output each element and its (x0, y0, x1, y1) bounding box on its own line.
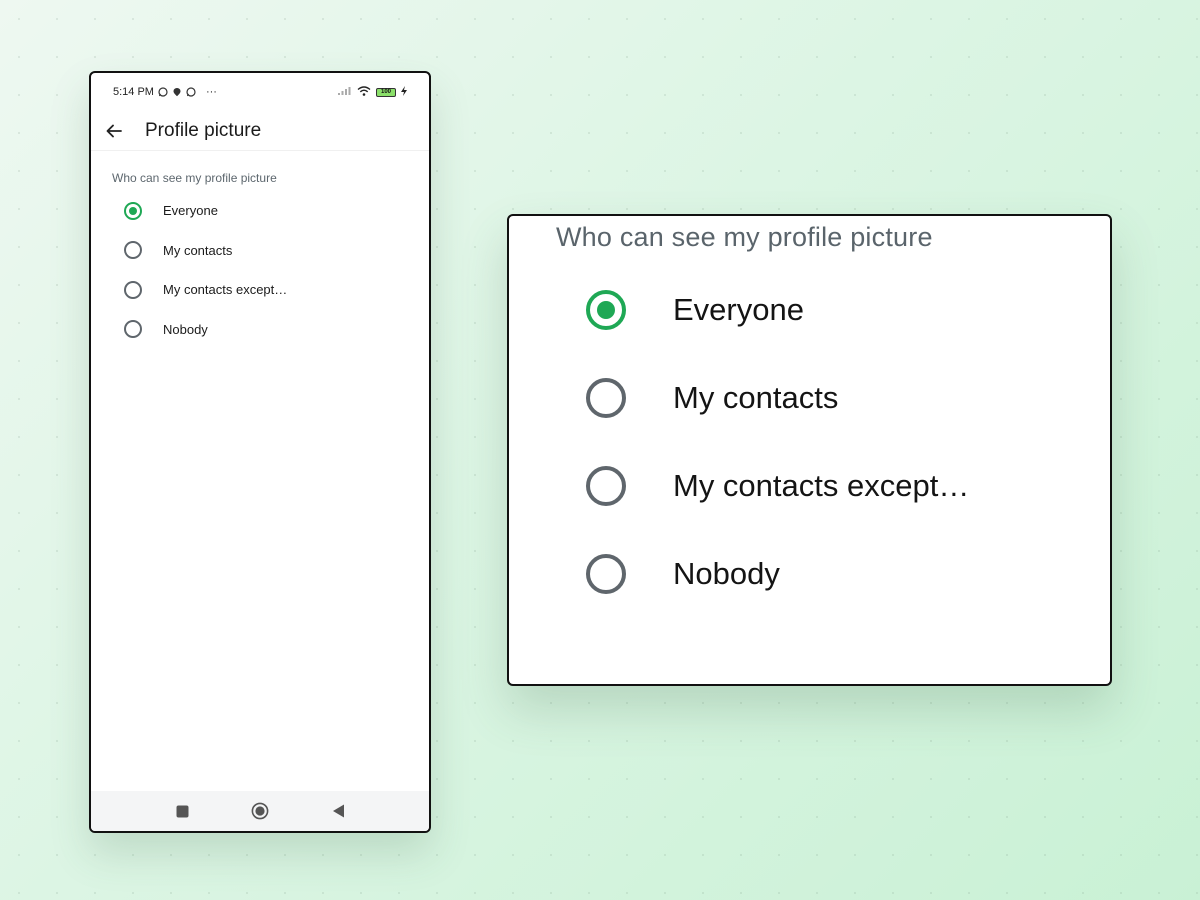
section-label: Who can see my profile picture (112, 171, 277, 185)
radio-checked-icon[interactable] (124, 201, 142, 220)
option-my-contacts-except[interactable]: My contacts except… (91, 270, 429, 310)
back-arrow-icon[interactable] (103, 120, 125, 142)
app-bar: Profile picture (91, 111, 429, 151)
phone-screen: 5:14 PM ··· 100 Profile picture Who can … (89, 71, 431, 833)
option-my-contacts[interactable]: My contacts (91, 231, 429, 271)
zoom-option-my-contacts-except[interactable]: My contacts except… (509, 442, 1110, 530)
home-circle-icon[interactable] (251, 802, 269, 820)
radio-checked-icon[interactable] (586, 290, 626, 330)
location-icon (172, 87, 182, 97)
more-dots: ··· (205, 86, 217, 98)
option-label: My contacts (163, 242, 233, 258)
zoom-option-label: My contacts (673, 380, 839, 415)
radio-unchecked-icon[interactable] (124, 280, 142, 299)
radio-unchecked-icon[interactable] (586, 466, 626, 506)
wifi-icon (357, 85, 371, 99)
status-right: 100 (338, 85, 407, 99)
zoom-visibility-options: Everyone My contacts My contacts except…… (509, 266, 1110, 618)
signal-icon (338, 86, 352, 98)
zoom-option-everyone[interactable]: Everyone (509, 266, 1110, 354)
page-title: Profile picture (145, 119, 262, 141)
zoom-option-label: My contacts except… (673, 468, 970, 503)
option-label: Nobody (163, 321, 208, 337)
option-everyone[interactable]: Everyone (91, 191, 429, 231)
recents-square-icon[interactable] (173, 802, 191, 820)
zoom-option-label: Everyone (673, 292, 804, 327)
charging-icon (401, 85, 407, 99)
radio-unchecked-icon[interactable] (124, 241, 142, 260)
zoom-option-label: Nobody (673, 556, 780, 591)
status-time: 5:14 PM (113, 86, 154, 98)
visibility-options: Everyone My contacts My contacts except…… (91, 191, 429, 349)
option-label: My contacts except… (163, 282, 288, 298)
zoom-section-label: Who can see my profile picture (556, 222, 933, 252)
radio-unchecked-icon[interactable] (586, 554, 626, 594)
radio-unchecked-icon[interactable] (124, 320, 142, 339)
status-left: 5:14 PM ··· (113, 86, 217, 98)
battery-icon: 100 (376, 87, 396, 97)
whatsapp-icon (158, 87, 168, 97)
zoom-option-my-contacts[interactable]: My contacts (509, 354, 1110, 442)
system-nav-bar (91, 791, 429, 831)
zoomed-options-card: Who can see my profile picture Everyone … (507, 214, 1112, 686)
zoom-option-nobody[interactable]: Nobody (509, 530, 1110, 618)
back-triangle-icon[interactable] (329, 802, 347, 820)
option-label: Everyone (163, 203, 218, 219)
option-nobody[interactable]: Nobody (91, 310, 429, 350)
status-bar: 5:14 PM ··· 100 (91, 73, 429, 111)
radio-unchecked-icon[interactable] (586, 378, 626, 418)
whatsapp-icon (186, 87, 196, 97)
